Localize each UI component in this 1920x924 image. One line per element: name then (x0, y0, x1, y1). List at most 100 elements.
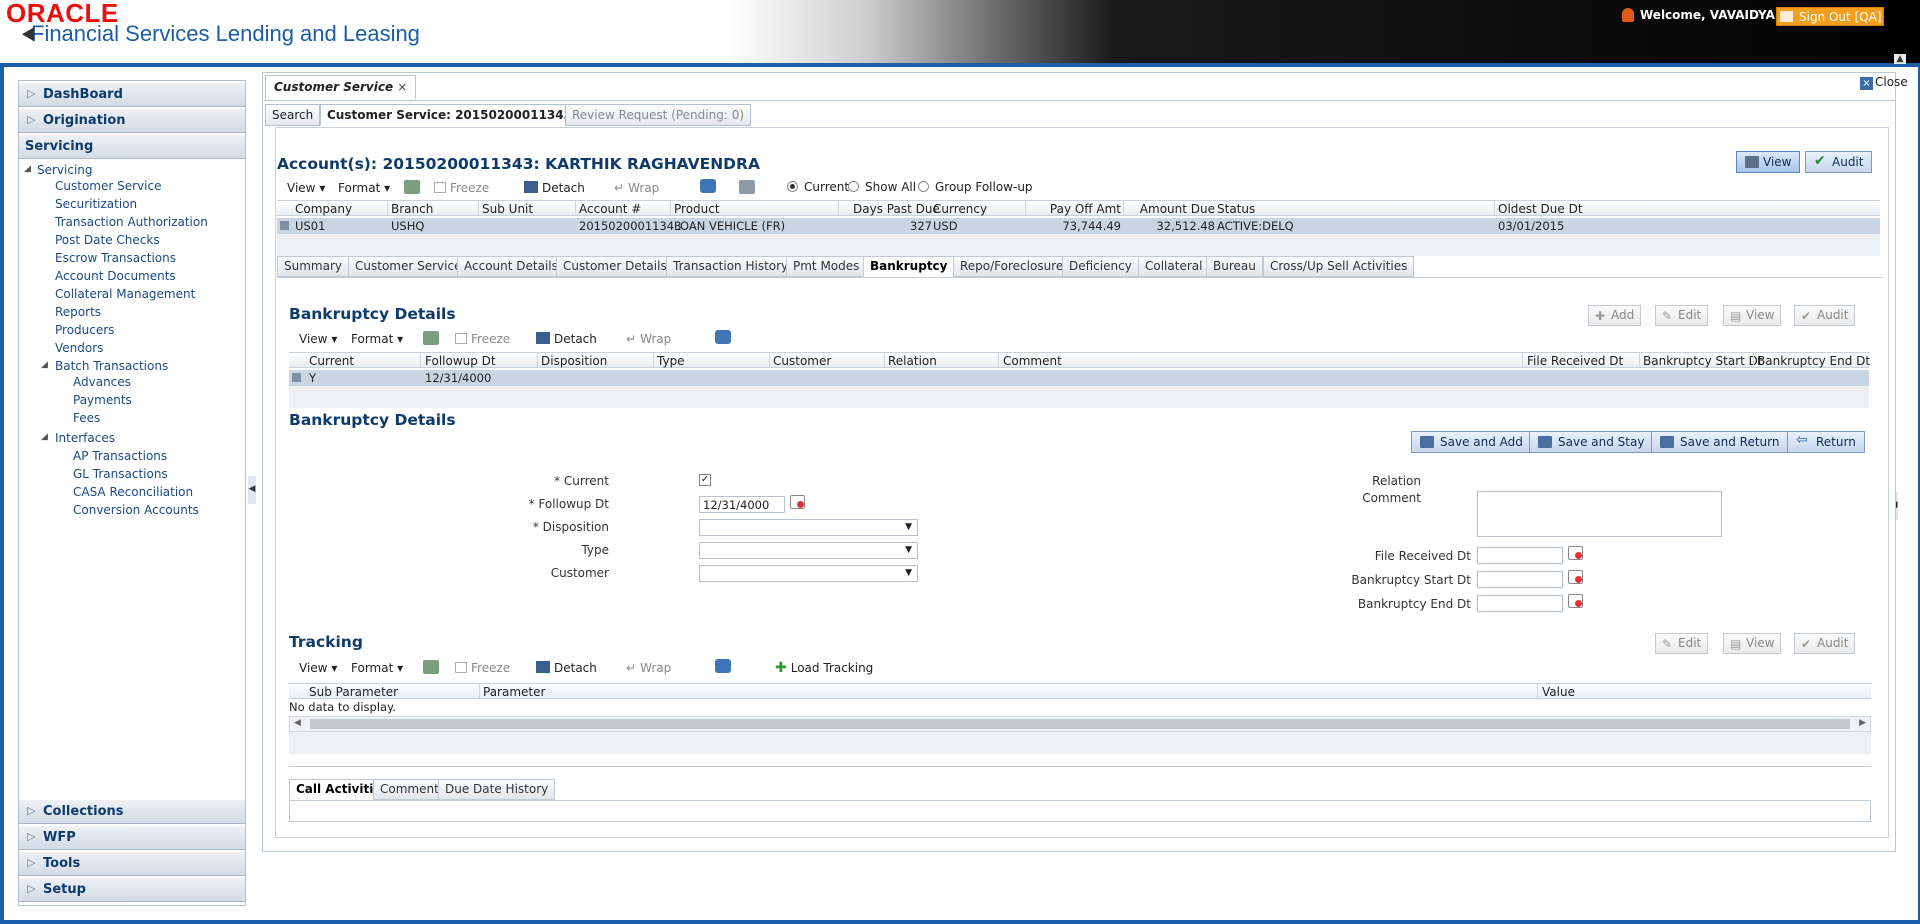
radio-group-followup[interactable] (918, 181, 929, 192)
col-amount-due[interactable]: Amount Due (1127, 202, 1215, 216)
tab-review-request[interactable]: Review Request (Pending: 0) (565, 104, 752, 126)
format-menu[interactable]: Format ▾ (338, 181, 390, 195)
col-company[interactable]: Company (295, 202, 352, 216)
disposition-select[interactable]: ▼ (699, 519, 918, 536)
tab-bureau[interactable]: Bureau (1206, 256, 1263, 277)
save-and-stay-button[interactable]: Save and Stay (1529, 431, 1654, 453)
print-icon[interactable] (739, 180, 755, 194)
scrollbar-thumb[interactable] (310, 719, 1850, 729)
calendar-icon[interactable] (1568, 594, 1583, 608)
col-status[interactable]: Status (1217, 202, 1255, 216)
sidebar-item-post-date-checks[interactable]: Post Date Checks (55, 233, 160, 247)
sidebar-item-vendors[interactable]: Vendors (55, 341, 103, 355)
export-icon[interactable] (423, 331, 439, 345)
freeze-button[interactable]: Freeze (434, 181, 489, 195)
row-selector[interactable] (280, 221, 289, 230)
col-customer[interactable]: Customer (773, 354, 831, 368)
tab-pmt-modes[interactable]: Pmt Modes (786, 256, 867, 277)
sidebar-item-account-documents[interactable]: Account Documents (55, 269, 176, 283)
page-tab-customer-service[interactable]: Customer Service × (265, 75, 417, 99)
view-button[interactable]: View (1736, 151, 1801, 173)
tab-customer-details[interactable]: Customer Details (556, 256, 674, 277)
col-file-received-dt[interactable]: File Received Dt (1527, 354, 1623, 368)
col-current[interactable]: Current (309, 354, 354, 368)
sidebar-item-servicing-root[interactable]: ◢ Servicing (24, 163, 93, 177)
sidebar-item-collateral-management[interactable]: Collateral Management (55, 287, 195, 301)
tab-bankruptcy[interactable]: Bankruptcy (863, 256, 955, 277)
tracking-audit-button[interactable]: ✔ Audit (1794, 633, 1856, 654)
file-received-dt-input[interactable] (1477, 547, 1563, 564)
tab-deficiency[interactable]: Deficiency (1062, 256, 1139, 277)
close-tab-icon[interactable]: × (397, 80, 407, 94)
edit-button[interactable]: ✎ Edit (1655, 305, 1709, 326)
sidebar-item-interfaces[interactable]: ◢ Interfaces (41, 431, 115, 445)
save-and-add-button[interactable]: Save and Add (1411, 431, 1532, 453)
col-branch[interactable]: Branch (391, 202, 433, 216)
close-page-button[interactable]: × Close (1860, 75, 1908, 90)
radio-show-all[interactable] (848, 181, 859, 192)
col-currency[interactable]: Currency (933, 202, 987, 216)
sidebar-section-servicing[interactable]: Servicing (19, 135, 245, 159)
sidebar-item-securitization[interactable]: Securitization (55, 197, 137, 211)
calendar-icon[interactable] (790, 495, 805, 509)
tab-due-date-history[interactable]: Due Date History (438, 779, 556, 800)
calendar-icon[interactable] (1568, 570, 1583, 584)
row-selector[interactable] (292, 373, 301, 382)
sidebar-section-tools[interactable]: ▷ Tools (19, 852, 245, 876)
tracking-view-button[interactable]: ▤ View (1723, 633, 1782, 654)
customer-select[interactable]: ▼ (699, 565, 918, 582)
sidebar-item-gl-transactions[interactable]: GL Transactions (73, 467, 168, 481)
sign-out-button[interactable]: Sign Out [QA] (1776, 7, 1884, 26)
add-button[interactable]: ✚ Add (1588, 305, 1642, 326)
col-sub-parameter[interactable]: Sub Parameter (309, 685, 398, 699)
col-disposition[interactable]: Disposition (541, 354, 607, 368)
col-pay-off-amt[interactable]: Pay Off Amt (1029, 202, 1121, 216)
tr-view-menu[interactable]: View ▾ (299, 661, 337, 675)
col-account-number[interactable]: Account # (579, 202, 641, 216)
tab-repo-foreclosure[interactable]: Repo/Foreclosure (953, 256, 1071, 277)
calendar-icon[interactable] (1568, 546, 1583, 560)
sidebar-item-producers[interactable]: Producers (55, 323, 114, 337)
bankruptcy-grid-row[interactable]: Y 12/31/4000 (289, 370, 1869, 386)
tab-search[interactable]: Search (265, 104, 321, 126)
tracking-edit-button[interactable]: ✎ Edit (1655, 633, 1709, 654)
sidebar-item-reports[interactable]: Reports (55, 305, 101, 319)
bankruptcy-end-dt-input[interactable] (1477, 595, 1563, 612)
audit-record-button[interactable]: ✔ Audit (1794, 305, 1856, 326)
col-sub-unit[interactable]: Sub Unit (482, 202, 533, 216)
tr-format-menu[interactable]: Format ▾ (351, 661, 403, 675)
col-value[interactable]: Value (1542, 685, 1575, 699)
sidebar-item-advances[interactable]: Advances (73, 375, 131, 389)
save-and-return-button[interactable]: Save and Return (1651, 431, 1789, 453)
col-bankruptcy-end-dt[interactable]: Bankruptcy End Dt (1757, 354, 1870, 368)
export-icon[interactable] (423, 660, 439, 674)
sidebar-item-batch-transactions[interactable]: ◢ Batch Transactions (41, 359, 168, 373)
col-days-past-due[interactable]: Days Past Due (853, 202, 940, 216)
type-select[interactable]: ▼ (699, 542, 918, 559)
tab-cross-up-sell-activities[interactable]: Cross/Up Sell Activities (1263, 256, 1415, 277)
tab-account-details[interactable]: Account Details (457, 256, 565, 277)
view-record-button[interactable]: ▤ View (1723, 305, 1782, 326)
bk-detach-button[interactable]: Detach (536, 332, 597, 346)
bk-wrap-button[interactable]: ↵ Wrap (626, 332, 671, 346)
scroll-left-icon[interactable]: ◀ (294, 718, 301, 728)
wrap-button[interactable]: ↵ Wrap (614, 181, 659, 195)
sidebar-item-customer-service[interactable]: Customer Service (55, 179, 161, 193)
bk-view-menu[interactable]: View ▾ (299, 332, 337, 346)
tab-collateral[interactable]: Collateral (1138, 256, 1210, 277)
return-button[interactable]: ⇦ Return (1787, 431, 1865, 453)
col-type[interactable]: Type (657, 354, 685, 368)
col-oldest-due-dt[interactable]: Oldest Due Dt (1498, 202, 1583, 216)
sidebar-item-conversion-accounts[interactable]: Conversion Accounts (73, 503, 199, 517)
refresh-icon[interactable] (715, 659, 731, 673)
radio-current[interactable] (787, 181, 798, 192)
col-relation[interactable]: Relation (888, 354, 937, 368)
horizontal-scrollbar[interactable]: ◀ ▶ (289, 716, 1871, 732)
account-grid-row[interactable]: US01 USHQ 20150200011343 LOAN VEHICLE (F… (277, 218, 1880, 234)
tr-freeze-button[interactable]: Freeze (455, 661, 510, 675)
tab-summary[interactable]: Summary (277, 256, 349, 277)
view-menu[interactable]: View ▾ (287, 181, 325, 195)
welcome-user-menu[interactable]: Welcome, VAVAIDYA ▾ (1640, 8, 1785, 22)
bk-format-menu[interactable]: Format ▾ (351, 332, 403, 346)
col-followup-dt[interactable]: Followup Dt (425, 354, 496, 368)
